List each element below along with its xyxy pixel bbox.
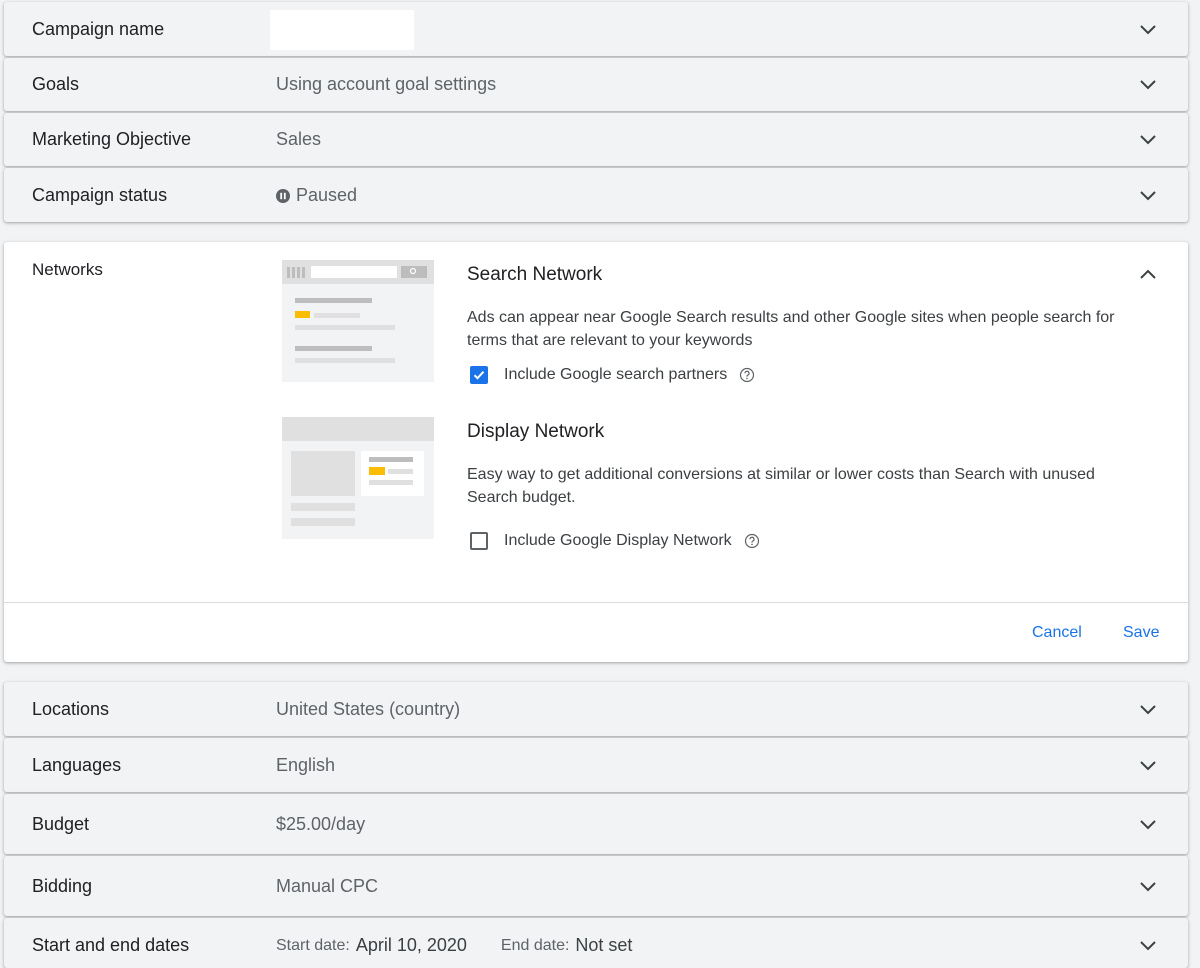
display-network-description: Easy way to get additional conversions a… <box>467 466 1095 506</box>
help-icon[interactable] <box>739 367 755 383</box>
row-label: Bidding <box>32 876 93 896</box>
languages-row[interactable]: Languages English <box>4 738 1188 792</box>
search-network-illustration <box>282 260 434 387</box>
status-text: Paused <box>296 185 358 205</box>
row-label: Campaign status <box>32 185 168 205</box>
chevron-down-icon[interactable] <box>1136 813 1160 837</box>
chevron-down-icon[interactable] <box>1136 18 1160 42</box>
row-value: Sales <box>276 129 322 149</box>
chevron-down-icon[interactable] <box>1136 754 1160 778</box>
search-partners-option[interactable]: Include Google search partners <box>470 366 755 384</box>
chevron-down-icon[interactable] <box>1136 875 1160 899</box>
start-date-prefix: Start date: <box>276 936 350 954</box>
budget-row[interactable]: Budget $25.00/day <box>4 794 1188 854</box>
bidding-row[interactable]: Bidding Manual CPC <box>4 856 1188 916</box>
search-partners-checkbox[interactable] <box>470 366 488 384</box>
cancel-button[interactable]: Cancel <box>1032 624 1082 642</box>
divider <box>4 602 1188 603</box>
networks-label: Networks <box>32 260 103 279</box>
help-icon[interactable] <box>744 533 760 549</box>
search-network-description: Ads can appear near Google Search result… <box>467 309 1115 349</box>
locations-row[interactable]: Locations United States (country) <box>4 682 1188 736</box>
chevron-down-icon[interactable] <box>1136 184 1160 208</box>
dates-value: Start date: April 10, 2020 End date: Not… <box>276 935 632 956</box>
dates-row[interactable]: Start and end dates Start date: April 10… <box>4 918 1188 968</box>
row-label: Marketing Objective <box>32 129 192 149</box>
chevron-down-icon[interactable] <box>1136 698 1160 722</box>
search-network-title: Search Network <box>467 264 603 285</box>
status-value: Paused <box>276 185 357 206</box>
goals-row[interactable]: Goals Using account goal settings <box>4 58 1188 111</box>
display-network-label[interactable]: Include Google Display Network <box>504 532 732 550</box>
save-button[interactable]: Save <box>1123 624 1159 642</box>
display-network-illustration <box>282 417 434 544</box>
chevron-up-icon[interactable] <box>1136 262 1160 286</box>
marketing-objective-row[interactable]: Marketing Objective Sales <box>4 113 1188 166</box>
row-label: Start and end dates <box>32 935 190 955</box>
end-date-prefix: End date: <box>500 936 570 954</box>
row-value: Manual CPC <box>276 876 379 896</box>
row-label: Campaign name <box>32 19 165 39</box>
chevron-down-icon[interactable] <box>1136 73 1160 97</box>
display-network-title: Display Network <box>467 421 605 442</box>
search-partners-label[interactable]: Include Google search partners <box>504 366 727 384</box>
row-value: $25.00/day <box>276 814 366 834</box>
campaign-status-row[interactable]: Campaign status Paused <box>4 168 1188 222</box>
networks-panel: Networks Search Network Ads can appear n… <box>4 242 1188 662</box>
row-label: Languages <box>32 755 122 775</box>
end-date-value: Not set <box>575 935 633 955</box>
display-network-option[interactable]: Include Google Display Network <box>470 532 760 550</box>
chevron-down-icon[interactable] <box>1136 128 1160 152</box>
row-label: Budget <box>32 814 90 834</box>
row-label: Goals <box>32 74 80 94</box>
start-date-value: April 10, 2020 <box>355 935 467 955</box>
chevron-down-icon[interactable] <box>1136 934 1160 958</box>
pause-icon <box>276 188 290 203</box>
campaign-name-row[interactable]: Campaign name <box>4 2 1188 56</box>
row-label: Locations <box>32 699 110 719</box>
campaign-name-field[interactable] <box>270 10 414 50</box>
row-value: English <box>276 755 336 775</box>
display-network-checkbox[interactable] <box>470 532 488 550</box>
row-value: Using account goal settings <box>276 74 497 94</box>
row-value: United States (country) <box>276 699 461 719</box>
